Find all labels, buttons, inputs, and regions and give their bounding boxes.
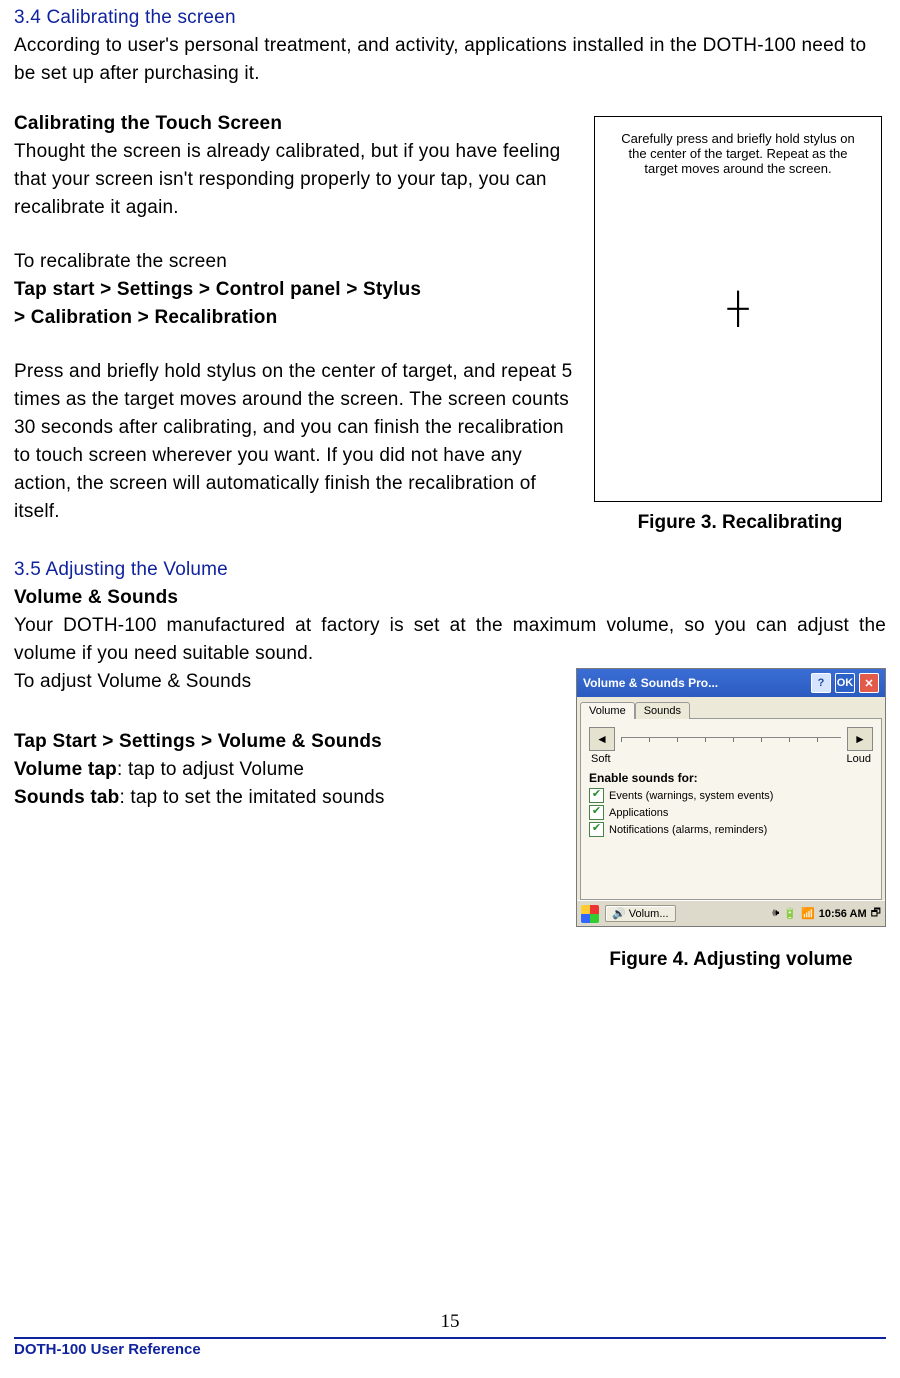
tray-time: 10:56 AM [819,908,867,920]
section-3-4-title: 3.4 Calibrating the screen [14,4,886,32]
calibrating-p1: Thought the screen is already calibrated… [14,138,576,222]
volume-p2: To adjust Volume & Sounds [14,668,558,696]
window-titlebar: Volume & Sounds Pro... ? OK ✕ [577,669,885,697]
volume-tap-label: Volume tap [14,759,117,780]
section-3-4-intro: According to user's personal treatment, … [14,32,886,88]
tray: 🕪 🔋 📶 10:56 AM 🗗 [772,904,881,923]
sounds-tab-label: Sounds tab [14,787,119,808]
volume-p1: Your DOTH-100 manufactured at factory is… [14,612,886,668]
volume-sounds-subheading: Volume & Sounds [14,584,886,612]
calibrating-path-1: Tap start > Settings > Control panel > S… [14,276,576,304]
label-soft: Soft [591,753,611,765]
page-footer: 15 DOTH-100 User Reference [14,1311,886,1358]
calibrating-p3: Press and briefly hold stylus on the cen… [14,358,576,526]
figure-3-line-3: target moves around the screen. [605,161,871,176]
taskbar-task[interactable]: 🔊 Volum... [605,905,676,922]
start-icon[interactable] [581,905,599,923]
checkbox-notifications[interactable]: ✔ [589,822,604,837]
volume-tap-line: Volume tap: tap to adjust Volume [14,756,558,784]
document-reference: DOTH-100 User Reference [14,1341,886,1358]
page-number: 15 [14,1311,886,1333]
checkbox-applications[interactable]: ✔ [589,805,604,820]
tab-sounds[interactable]: Sounds [635,702,690,719]
section-3-5-title: 3.5 Adjusting the Volume [14,556,886,584]
volume-panel: ◄ ► Soft Loud Enable sounds for: ✔ Events… [580,718,882,900]
ok-button[interactable]: OK [835,673,855,693]
sounds-tab-line: Sounds tab: tap to set the imitated soun… [14,784,558,812]
checkbox-events[interactable]: ✔ [589,788,604,803]
calibrating-subheading: Calibrating the Touch Screen [14,110,576,138]
close-button[interactable]: ✕ [859,673,879,693]
help-button[interactable]: ? [811,673,831,693]
label-loud: Loud [847,753,871,765]
enable-sounds-label: Enable sounds for: [589,771,873,785]
tray-desktop-icon[interactable]: 🗗 [871,904,881,923]
checkbox-applications-label: Applications [609,807,668,819]
volume-up-button[interactable]: ► [847,727,873,751]
taskbar-task-label: Volum... [629,908,669,920]
tray-icon-3[interactable]: 📶 [801,907,815,920]
calibration-target-icon: ┼ [727,294,748,324]
volume-path: Tap Start > Settings > Volume & Sounds [14,728,558,756]
checkbox-events-label: Events (warnings, system events) [609,790,773,802]
figure-4-caption: Figure 4. Adjusting volume [576,949,886,971]
calibrating-path-2: > Calibration > Recalibration [14,304,576,332]
tray-icon-2[interactable]: 🔋 [783,907,797,920]
recalibrate-label: To recalibrate the screen [14,248,576,276]
tab-volume[interactable]: Volume [580,702,635,719]
figure-3-recalibrating: Carefully press and briefly hold stylus … [594,116,882,502]
window-title: Volume & Sounds Pro... [583,676,807,690]
sounds-tab-rest: : tap to set the imitated sounds [119,787,384,808]
footer-rule [14,1337,886,1339]
figure-3-line-1: Carefully press and briefly hold stylus … [605,131,871,146]
figure-3-caption: Figure 3. Recalibrating [594,512,886,534]
tray-icon-1[interactable]: 🕪 [772,907,779,920]
volume-sounds-window: Volume & Sounds Pro... ? OK ✕ Volume Sou… [576,668,886,927]
volume-tap-rest: : tap to adjust Volume [117,759,304,780]
volume-down-button[interactable]: ◄ [589,727,615,751]
figure-3-line-2: the center of the target. Repeat as the [605,146,871,161]
volume-slider[interactable] [621,737,841,742]
checkbox-notifications-label: Notifications (alarms, reminders) [609,824,767,836]
taskbar: 🔊 Volum... 🕪 🔋 📶 10:56 AM 🗗 [577,900,885,926]
